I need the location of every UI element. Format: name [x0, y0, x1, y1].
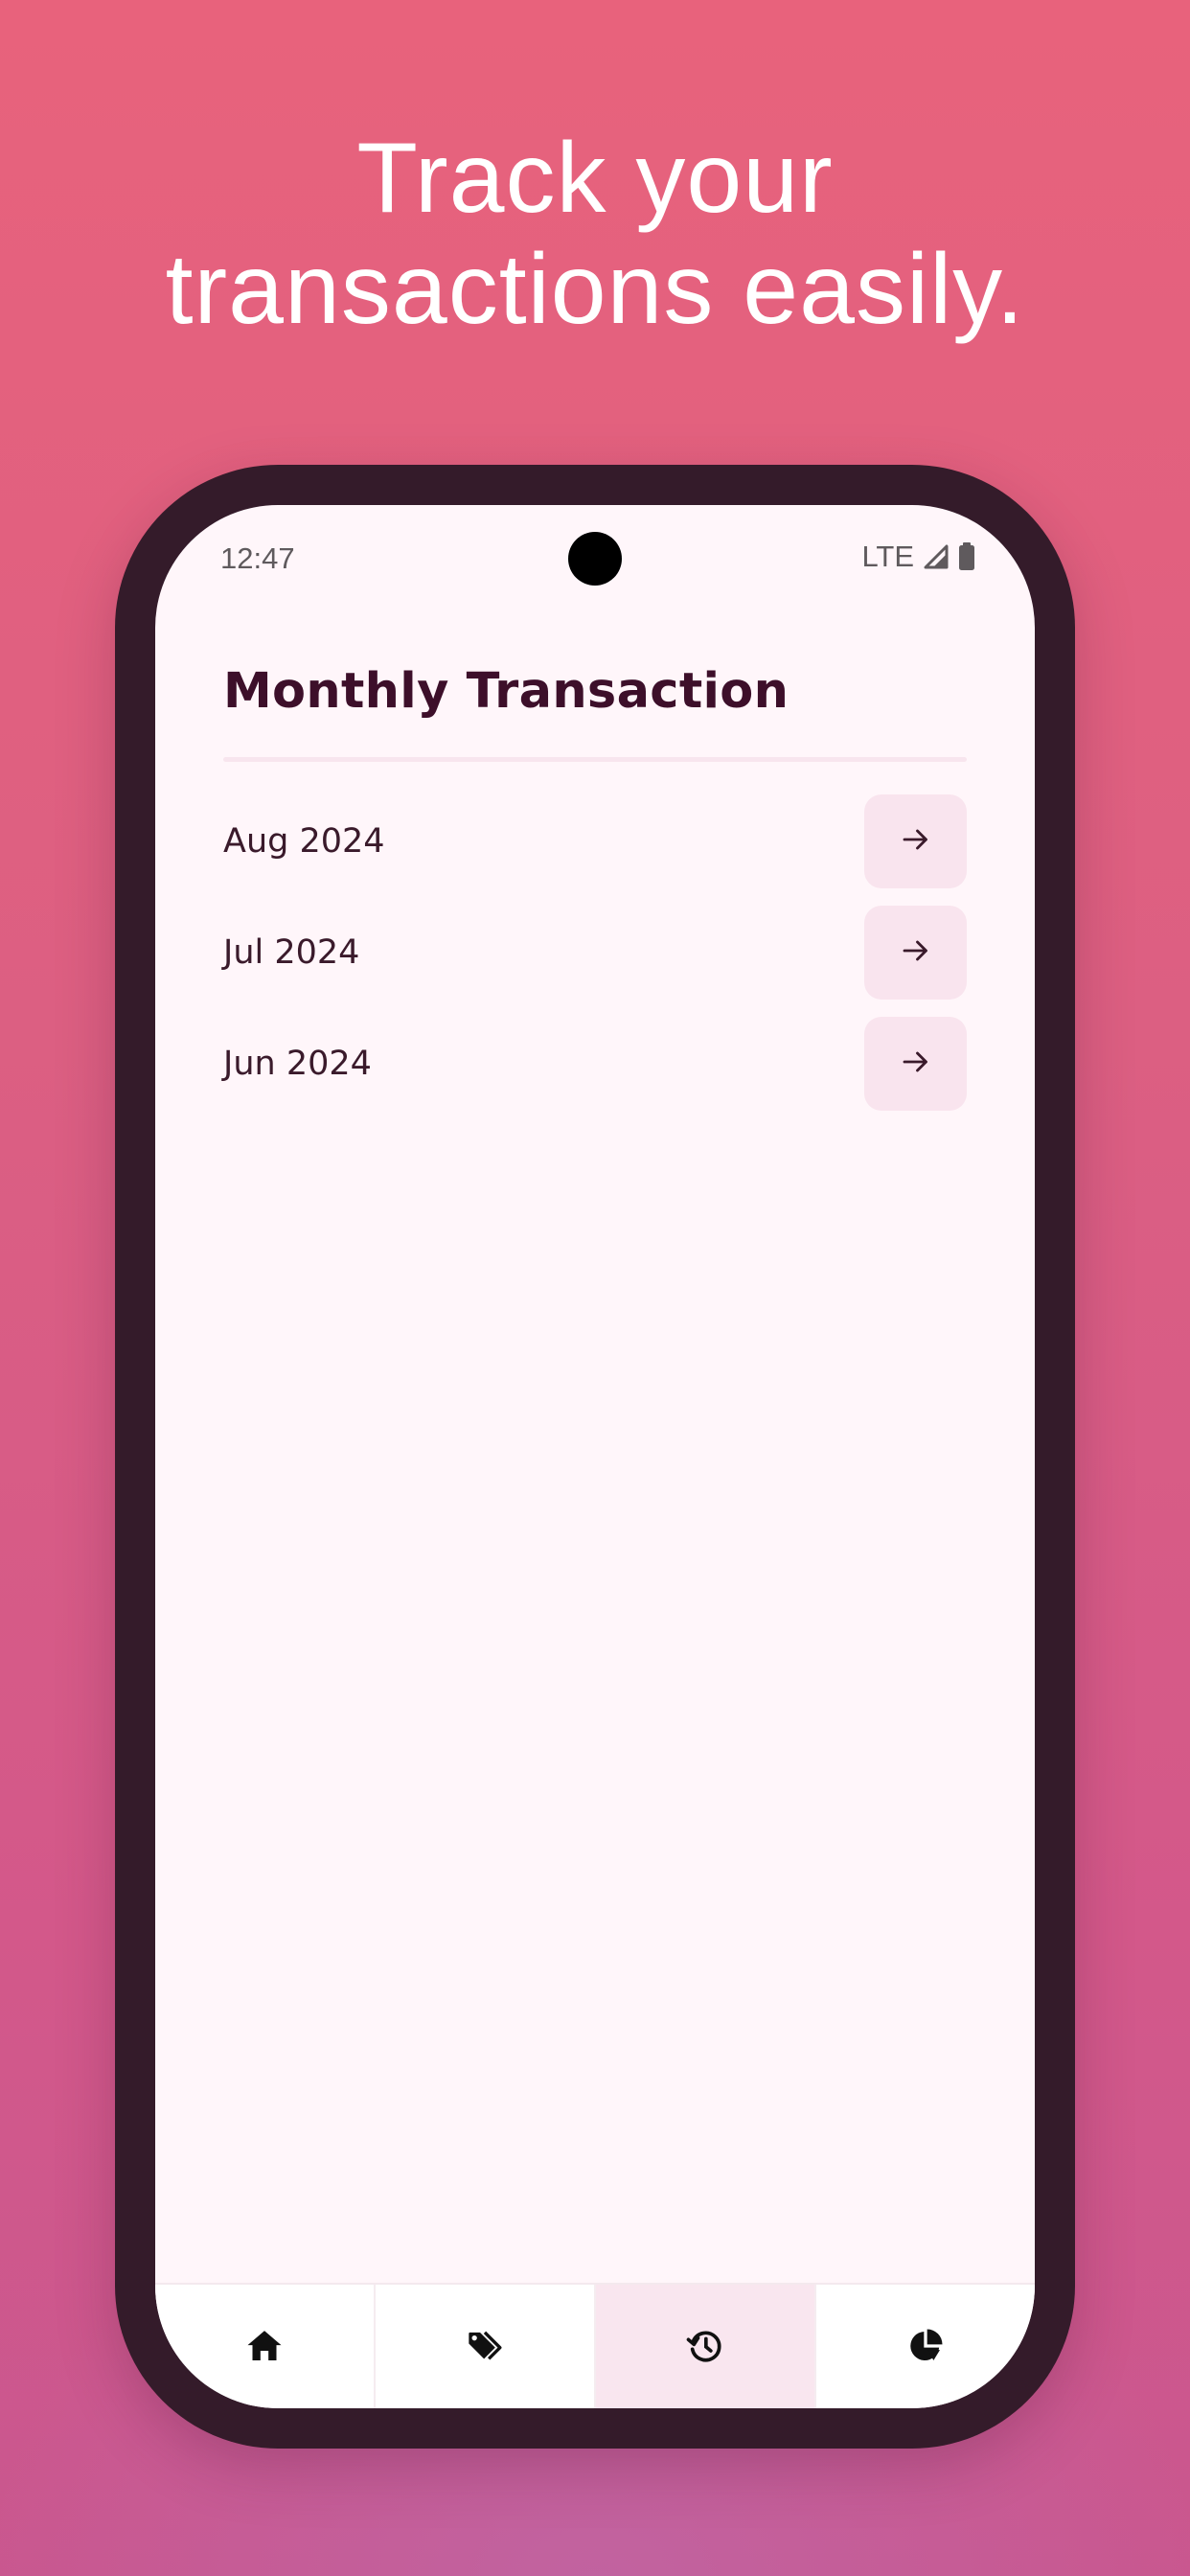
- tags-icon: [466, 2327, 504, 2369]
- list-item: Aug 2024: [223, 794, 967, 888]
- headline-line-2: transactions easily.: [165, 234, 1025, 345]
- pie-chart-icon: [906, 2327, 945, 2369]
- phone-frame: 12:47 LTE Monthly Transaction Aug 2024 J…: [115, 465, 1075, 2449]
- title-divider: [223, 757, 967, 762]
- phone-screen: 12:47 LTE Monthly Transaction Aug 2024 J…: [155, 505, 1035, 2408]
- arrow-right-icon: [899, 822, 933, 861]
- nav-history[interactable]: [596, 2285, 816, 2408]
- list-item: Jun 2024: [223, 1017, 967, 1111]
- signal-icon: [924, 544, 949, 569]
- nav-statistics[interactable]: [816, 2285, 1035, 2408]
- bottom-navigation: [155, 2283, 1035, 2408]
- network-type: LTE: [861, 540, 914, 573]
- month-label: Aug 2024: [223, 822, 385, 861]
- open-month-button[interactable]: [864, 906, 967, 1000]
- nav-home[interactable]: [155, 2285, 376, 2408]
- month-label: Jul 2024: [223, 933, 360, 972]
- open-month-button[interactable]: [864, 794, 967, 888]
- page-title: Monthly Transaction: [223, 663, 790, 720]
- status-bar: 12:47 LTE: [155, 505, 1035, 610]
- month-label: Jun 2024: [223, 1045, 372, 1083]
- status-indicators: LTE: [861, 540, 975, 574]
- month-list: Aug 2024 Jul 2024 Jun 2024: [223, 794, 967, 1128]
- home-icon: [245, 2327, 284, 2369]
- history-icon: [686, 2327, 724, 2369]
- marketing-headline: Track your transactions easily.: [0, 123, 1190, 345]
- battery-icon: [958, 542, 975, 571]
- front-camera: [568, 532, 622, 586]
- arrow-right-icon: [899, 933, 933, 972]
- nav-categories[interactable]: [376, 2285, 596, 2408]
- arrow-right-icon: [899, 1045, 933, 1083]
- open-month-button[interactable]: [864, 1017, 967, 1111]
- status-time: 12:47: [220, 541, 295, 575]
- headline-line-1: Track your: [356, 123, 834, 234]
- list-item: Jul 2024: [223, 906, 967, 1000]
